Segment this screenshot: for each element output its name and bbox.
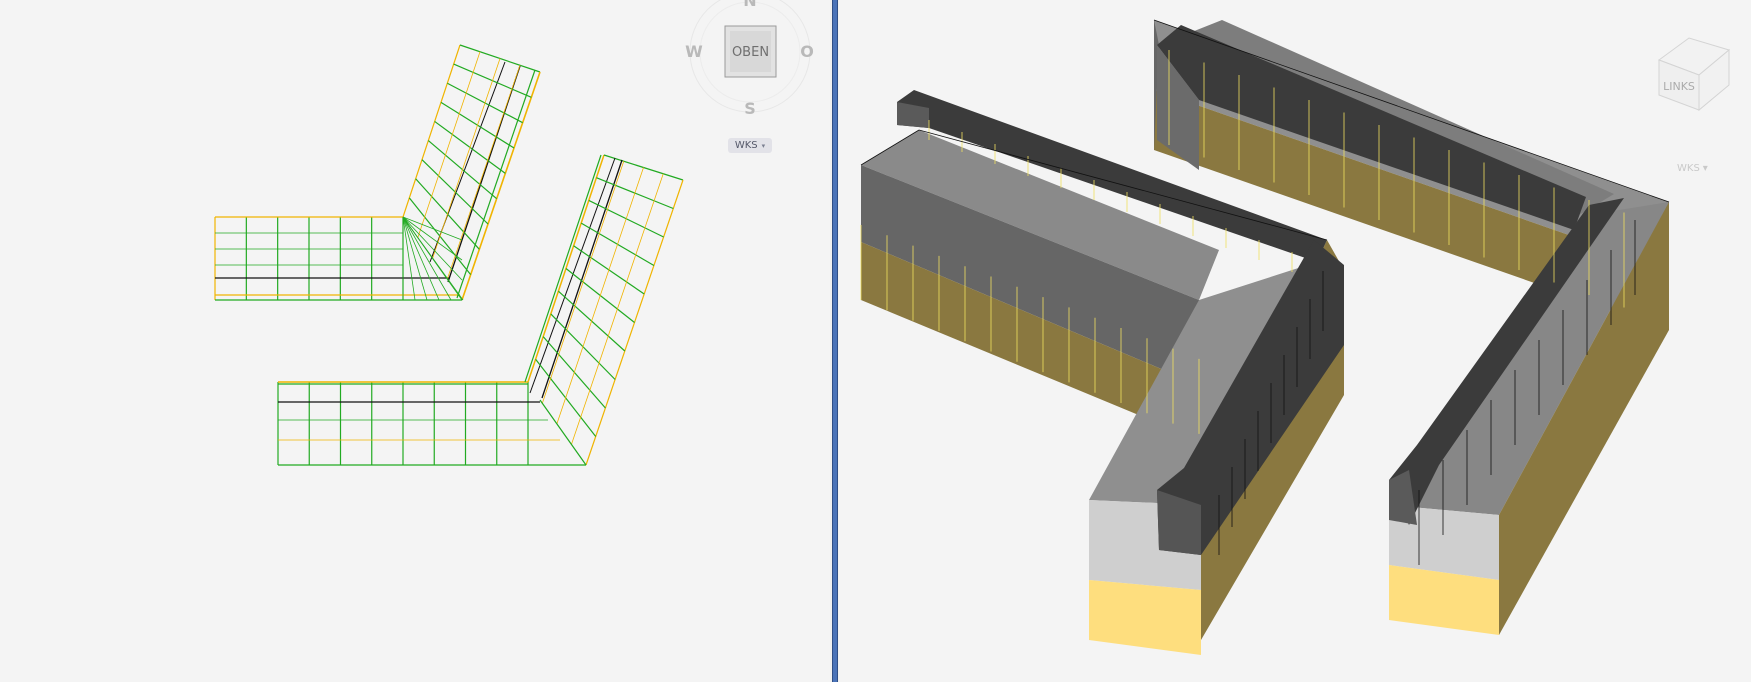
wireframe-edge — [446, 65, 521, 280]
compass-east-label[interactable]: O — [800, 42, 814, 61]
viewcube-3d[interactable]: LINKS — [1657, 37, 1731, 112]
wireframe-edge — [402, 216, 440, 301]
wireframe-edge — [539, 399, 587, 466]
ucs-label: WKS — [734, 140, 758, 151]
wireframe-edge — [402, 44, 461, 218]
left-viewport-top-view[interactable]: OBEN N W O S WKS ▾ — [0, 0, 830, 682]
ucs-label: WKS — [1677, 162, 1700, 174]
wireframe-edge — [461, 71, 541, 301]
compass-south-label[interactable]: S — [744, 99, 756, 118]
wireframe-edge — [541, 159, 623, 399]
viewcube-face-label: OBEN — [732, 45, 769, 60]
chevron-down-icon: ▾ — [761, 141, 766, 150]
wireframe-edge — [542, 161, 625, 403]
plan-wireframe: OBEN N W O S — [214, 0, 814, 466]
wireframe-edge — [456, 69, 536, 299]
viewcube-face-label: LINKS — [1663, 80, 1695, 93]
wireframe-edge — [402, 216, 416, 301]
wireframe-edge — [529, 157, 616, 394]
compass-west-label[interactable]: W — [685, 42, 703, 61]
wireframe-edge — [402, 216, 452, 301]
wireframe-edge — [447, 65, 521, 283]
wireframe-edge — [524, 154, 602, 383]
ucs-menu-button[interactable]: WKS ▾ — [728, 138, 772, 153]
ucs-menu-button-3d[interactable]: WKS ▾ — [1677, 161, 1723, 175]
wireframe-edge — [402, 216, 463, 261]
chevron-down-icon: ▾ — [1702, 162, 1708, 174]
right-viewport-3d-view[interactable]: LINKS WKS ▾ — [839, 0, 1751, 682]
wireframe-edge — [402, 216, 463, 301]
viewcube-top[interactable]: OBEN N W O S — [685, 0, 814, 118]
compass-north-label[interactable]: N — [743, 0, 756, 10]
viewport-splitter[interactable] — [830, 0, 839, 682]
shaded-3d-model: LINKS — [860, 19, 1731, 655]
